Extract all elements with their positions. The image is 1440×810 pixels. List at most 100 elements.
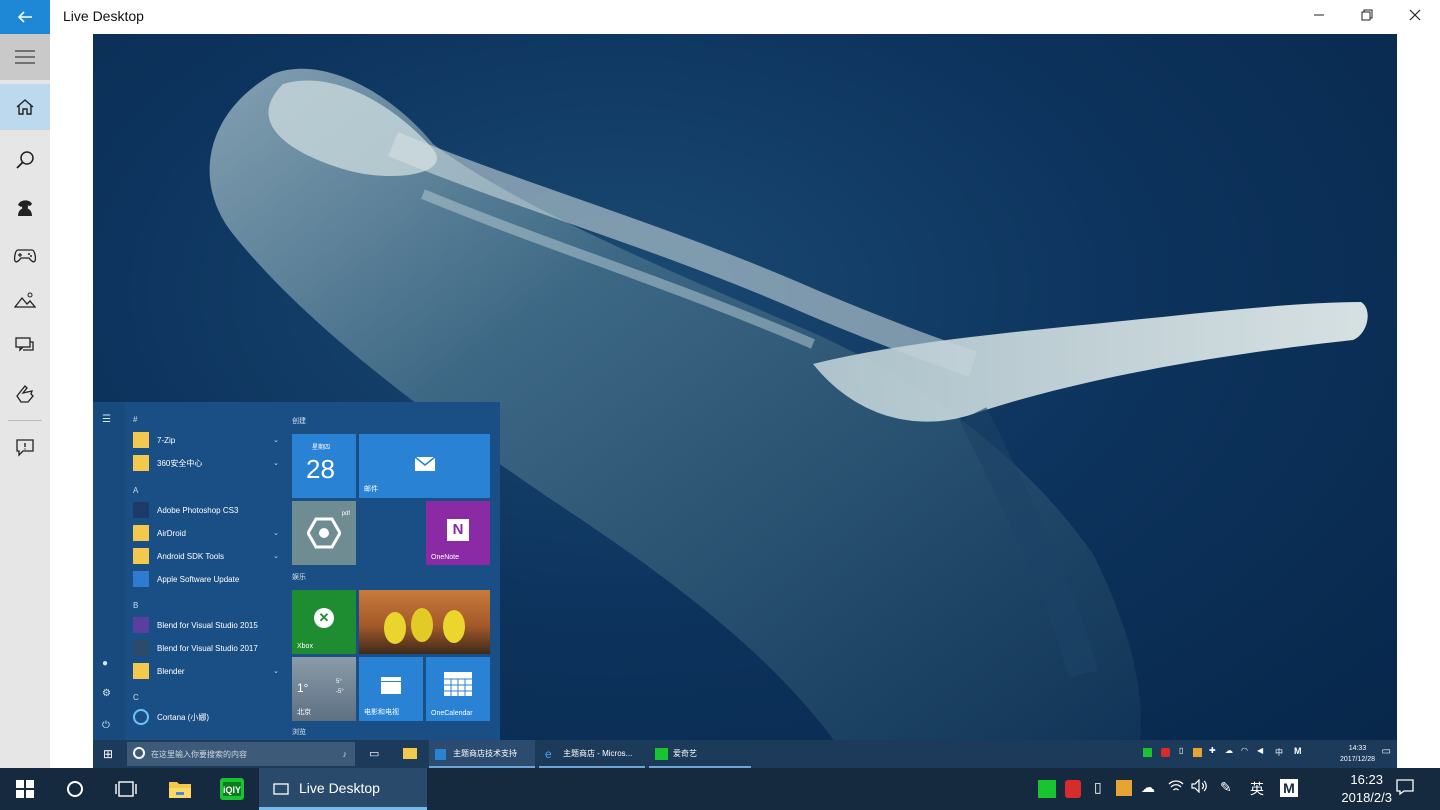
cortana-button[interactable] xyxy=(50,768,100,810)
tile-label: OneCalendar xyxy=(431,710,473,717)
desktop-preview: ☰ ● ⚙ ⏻ # 7-Zip ⌄ 360安全中心 ⌄ A Adobe Photos… xyxy=(93,34,1397,768)
mail-icon xyxy=(414,456,436,471)
taskbar-live-desktop[interactable]: Live Desktop xyxy=(259,768,427,810)
start-button[interactable] xyxy=(0,768,50,810)
sidebar-item-hand[interactable] xyxy=(0,370,50,416)
back-button[interactable] xyxy=(0,0,50,34)
cortana-icon xyxy=(67,781,83,797)
app-window-icon xyxy=(273,783,289,795)
letter-header: # xyxy=(133,415,138,424)
inner-task: 主题商店技术支持 xyxy=(429,740,535,768)
bird-image xyxy=(411,608,433,642)
weather-tile[interactable]: 1° 5° -5° 北京 xyxy=(292,657,356,721)
notification-icon[interactable] xyxy=(1396,779,1414,798)
onecalendar-tile[interactable]: OneCalendar xyxy=(426,657,490,721)
tile-label: Xbox xyxy=(297,643,313,650)
pen-icon[interactable]: ✎ xyxy=(1220,779,1232,796)
taskbar: iQIY Live Desktop ▯ ☁ ✎ 英 M 16:23 2018/2… xyxy=(0,768,1440,810)
xbox-tile[interactable]: ✕ Xbox xyxy=(292,590,356,654)
sidebar-item-agent[interactable] xyxy=(0,184,50,230)
ime-indicator[interactable]: 英 xyxy=(1250,779,1264,799)
m-icon[interactable]: M xyxy=(1280,779,1298,797)
inner-task-label: 爱奇艺 xyxy=(673,748,697,758)
microphone-icon: ♪ xyxy=(342,749,348,759)
iqiyi-tray-icon[interactable] xyxy=(1038,780,1056,798)
sidebar-item-landscape[interactable] xyxy=(0,277,50,323)
inner-clock: 14:33 2017/12/28 xyxy=(1340,743,1375,765)
clock-time: 16:23 xyxy=(1350,772,1383,787)
task-view-icon xyxy=(115,781,137,797)
close-button[interactable] xyxy=(1391,0,1439,34)
sidebar-item-search[interactable] xyxy=(0,137,50,183)
start-app-item[interactable]: Blend for Visual Studio 2015 xyxy=(133,615,279,635)
usb-icon[interactable]: ▯ xyxy=(1094,779,1102,796)
start-app-item[interactable]: 7-Zip ⌄ xyxy=(133,430,279,450)
tile-group-label: 浏览 xyxy=(292,729,306,736)
taskbar-app-label: Live Desktop xyxy=(299,779,380,796)
sidebar-item-feedback[interactable] xyxy=(0,424,50,470)
weather-temp: 1° xyxy=(297,681,309,695)
folder-icon xyxy=(133,432,149,448)
cloud-icon: ☁ xyxy=(1225,746,1233,755)
tray-app-icon[interactable] xyxy=(1116,780,1132,796)
apple-update-icon xyxy=(133,571,149,587)
folder-icon xyxy=(133,663,149,679)
start-app-item[interactable]: Apple Software Update xyxy=(133,569,279,589)
minimize-button[interactable] xyxy=(1295,0,1343,34)
iqiyi-icon: iQIY xyxy=(220,778,244,800)
iqiyi-button[interactable]: iQIY xyxy=(207,768,257,810)
power-icon: ⏻ xyxy=(102,720,110,731)
folder-icon xyxy=(169,782,191,798)
volume-icon[interactable] xyxy=(1191,778,1209,796)
onenote-tile[interactable]: N OneNote xyxy=(426,501,490,565)
gear-icon: ⚙ xyxy=(102,688,111,699)
sidebar-menu-button[interactable] xyxy=(0,34,50,80)
start-menu-rail: ☰ ● ⚙ ⏻ xyxy=(93,402,125,740)
movies-tile[interactable]: 电影和电视 xyxy=(359,657,423,721)
sidebar-divider xyxy=(8,420,42,421)
start-app-item[interactable]: 360安全中心 ⌄ xyxy=(133,453,279,473)
mail-tile[interactable]: 邮件 xyxy=(359,434,490,498)
hand-icon xyxy=(16,385,34,403)
start-app-item[interactable]: Android SDK Tools ⌄ xyxy=(133,546,279,566)
usb-icon: ▯ xyxy=(1179,746,1184,755)
arrow-left-icon xyxy=(17,11,32,23)
inner-task-label: 主题商店 - Micros... xyxy=(563,748,633,758)
chevron-down-icon: ⌄ xyxy=(273,437,279,444)
landscape-icon xyxy=(14,292,36,308)
start-app-item[interactable]: Adobe Photoshop CS3 xyxy=(133,500,279,520)
hamburger-icon xyxy=(15,50,35,64)
onenote-icon: N xyxy=(447,519,469,541)
security-tray-icon[interactable] xyxy=(1065,780,1081,798)
minimize-icon xyxy=(1314,14,1324,16)
clock[interactable]: 16:23 2018/2/3 xyxy=(1341,771,1392,807)
tile-label: 北京 xyxy=(297,709,311,716)
hamburger-icon: ☰ xyxy=(102,414,111,425)
file-explorer-icon xyxy=(403,748,417,759)
wifi-icon[interactable] xyxy=(1168,779,1184,796)
cloud-icon[interactable]: ☁ xyxy=(1141,779,1155,796)
folder-icon xyxy=(133,525,149,541)
sidebar-item-games[interactable] xyxy=(0,232,50,278)
inner-search-box: 在这里输入你要搜索的内容 ♪ xyxy=(127,742,355,766)
start-app-item[interactable]: Cortana (小娜) xyxy=(133,707,279,727)
chat-bubbles-icon xyxy=(15,337,34,352)
tile-group-label: 创建 xyxy=(292,418,306,425)
gamepad-icon xyxy=(13,249,37,263)
file-explorer-button[interactable] xyxy=(155,768,205,810)
start-app-item[interactable]: AirDroid ⌄ xyxy=(133,523,279,543)
sidebar-item-home[interactable] xyxy=(0,84,50,130)
inner-task: e 主题商店 - Micros... xyxy=(539,740,645,768)
task-view-button[interactable] xyxy=(101,768,151,810)
weather-low: -5° xyxy=(336,689,344,695)
start-app-item[interactable]: Blender ⌄ xyxy=(133,661,279,681)
sidebar-item-chat[interactable] xyxy=(0,323,50,369)
calendar-tile[interactable]: 星期四 28 xyxy=(292,434,356,498)
app-tile[interactable]: pdf xyxy=(292,501,356,565)
clapperboard-icon xyxy=(381,677,401,694)
start-app-item[interactable]: Blend for Visual Studio 2017 xyxy=(133,638,279,658)
home-icon xyxy=(16,99,34,115)
photos-tile[interactable] xyxy=(359,590,490,654)
restore-button[interactable] xyxy=(1343,0,1391,34)
bird-image xyxy=(384,612,406,644)
